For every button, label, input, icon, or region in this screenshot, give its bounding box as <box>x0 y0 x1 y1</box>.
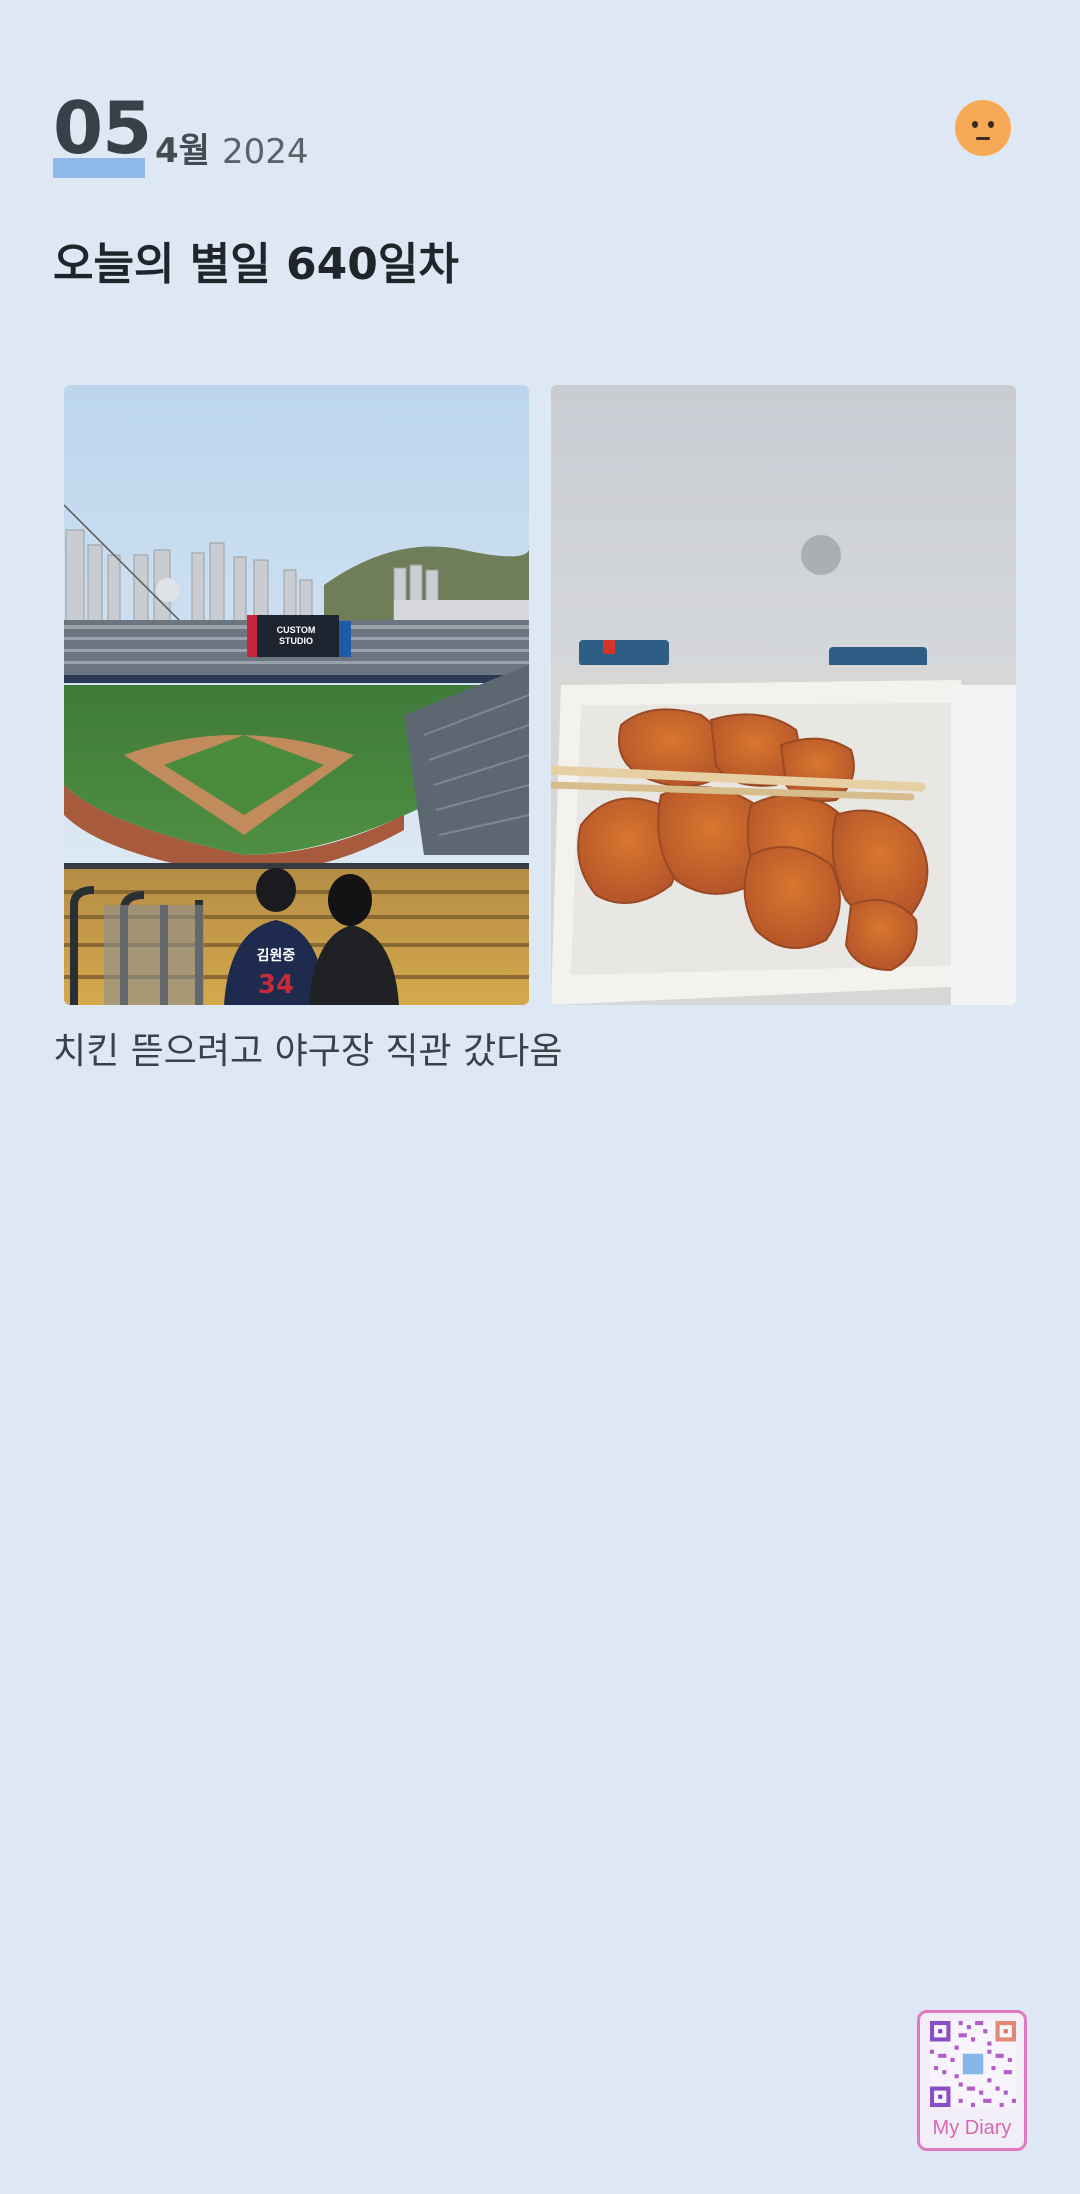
entry-caption: 치킨 뜯으려고 야구장 직관 갔다옴 <box>53 1031 563 1072</box>
day-number: 05 <box>53 86 152 170</box>
date-header: 05 4월 2024 <box>53 88 308 178</box>
neutral-face-icon[interactable] <box>955 100 1011 156</box>
svg-text:34: 34 <box>258 970 294 1000</box>
my-diary-label: My Diary <box>932 2117 1012 2139</box>
qr-code-icon <box>930 2021 1016 2107</box>
day-block: 05 <box>53 92 152 178</box>
svg-text:CUSTOM: CUSTOM <box>277 625 316 635</box>
mood-mouth <box>976 137 990 140</box>
fried-chicken-photo[interactable] <box>551 385 1016 1005</box>
mood-eye-right <box>988 121 994 128</box>
month-label: 4월 <box>155 131 210 171</box>
svg-text:STUDIO: STUDIO <box>279 636 313 646</box>
baseball-stadium-photo[interactable]: CUSTOM STUDIO 김원중 34 <box>64 385 529 1005</box>
entry-title: 오늘의 별일 640일차 <box>53 239 459 290</box>
my-diary-badge[interactable]: My Diary <box>917 2010 1027 2151</box>
mood-eye-left <box>972 121 978 128</box>
year-label: 2024 <box>221 132 309 172</box>
diary-page: 05 4월 2024 오늘의 별일 640일차 CUSTOM STUDIO 김원… <box>0 0 1080 2194</box>
svg-text:김원중: 김원중 <box>257 947 296 964</box>
